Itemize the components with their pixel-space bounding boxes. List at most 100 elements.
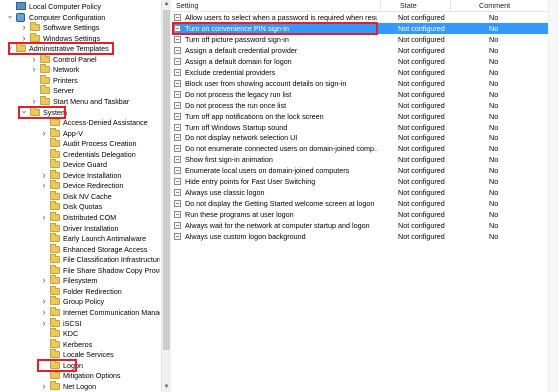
setting-row[interactable]: Hide entry points for Fast User Switchin… <box>172 176 558 187</box>
tree-item-computer-configuration[interactable]: ⌄ Computer Configuration <box>0 11 160 23</box>
tree-item-iscsi[interactable]: › iSCSI <box>0 317 160 329</box>
policy-setting-icon <box>174 112 181 120</box>
tree-item-kdc[interactable]: KDC <box>0 328 160 339</box>
policy-setting-icon <box>174 123 181 131</box>
setting-row[interactable]: Exclude credential providers Not configur… <box>172 67 558 78</box>
tree-item-access-denied-assistance[interactable]: Access-Denied Assistance <box>0 117 160 128</box>
setting-row[interactable]: Do not enumerate connected users on doma… <box>172 143 558 154</box>
tree-item-internet-communication-management[interactable]: › Internet Communication Manage <box>0 306 160 318</box>
scroll-up-arrow-icon[interactable]: ▲ <box>162 0 171 9</box>
chevron-right-icon[interactable]: › <box>20 22 28 33</box>
tree-item-label: Folder Redirection <box>63 286 122 296</box>
tree-item-credentials-delegation[interactable]: Credentials Delegation <box>0 148 160 160</box>
chevron-right-icon[interactable]: › <box>40 128 48 139</box>
tree-item-label: File Classification Infrastructure <box>63 255 160 265</box>
tree-item-local-computer-policy[interactable]: Local Computer Policy <box>0 1 160 12</box>
setting-row[interactable]: Do not process the run once list Not conf… <box>172 100 558 111</box>
tree-scrollbar[interactable]: ▲ ▼ <box>161 0 171 392</box>
policy-setting-icon <box>174 134 181 142</box>
tree-item-disk-quotas[interactable]: Disk Quotas <box>0 201 160 212</box>
tree-item-label: Internet Communication Manage <box>63 307 160 317</box>
column-divider[interactable] <box>380 1 381 10</box>
tree-item-device-guard[interactable]: Device Guard <box>0 159 160 170</box>
tree-item-folder-redirection[interactable]: Folder Redirection <box>0 285 160 297</box>
setting-comment: No <box>489 23 499 33</box>
chevron-right-icon[interactable]: › <box>30 54 38 65</box>
policy-setting-icon <box>174 57 181 65</box>
tree-item-network[interactable]: › Network <box>0 64 160 75</box>
setting-row[interactable]: Show first sign-in animation Not configur… <box>172 154 558 165</box>
setting-row[interactable]: Assign a default credential provider Not … <box>172 45 558 56</box>
setting-name: Run these programs at user logon <box>185 210 294 220</box>
chevron-right-icon[interactable]: › <box>40 296 48 307</box>
tree-item-device-redirection[interactable]: › Device Redirection <box>0 180 160 191</box>
folder-icon <box>50 285 60 295</box>
tree-item-control-panel[interactable]: › Control Panel <box>0 53 160 65</box>
tree-item-file-share-shadow-copy-provider[interactable]: File Share Shadow Copy Provider <box>0 264 160 276</box>
setting-state: Not configured <box>398 155 445 165</box>
chevron-right-icon[interactable]: › <box>40 212 48 223</box>
setting-name: Turn off app notifications on the lock s… <box>185 111 324 121</box>
setting-row[interactable]: Turn on convenience PIN sign-in Not confi… <box>172 21 558 35</box>
chevron-right-icon[interactable]: › <box>40 307 48 318</box>
setting-row[interactable]: Always use classic logon Not configured No <box>172 187 558 198</box>
tree-item-locale-services[interactable]: Locale Services <box>0 349 160 360</box>
tree-item-file-classification-infrastructure[interactable]: File Classification Infrastructure <box>0 254 160 265</box>
column-header-setting[interactable]: Setting <box>176 0 198 11</box>
setting-row[interactable]: Assign a default domain for logon Not con… <box>172 56 558 67</box>
setting-row[interactable]: Do not display the Getting Started welco… <box>172 198 558 209</box>
column-header-comment[interactable]: Comment <box>479 0 510 11</box>
tree-item-app-v[interactable]: › App-V <box>0 127 160 139</box>
tree-item-distributed-com[interactable]: › Distributed COM <box>0 212 160 223</box>
setting-comment: No <box>489 232 499 241</box>
setting-row[interactable]: Run these programs at user logon Not conf… <box>172 209 558 220</box>
folder-icon <box>50 148 60 158</box>
chevron-right-icon[interactable]: › <box>40 318 48 329</box>
tree-item-filesystem[interactable]: › Filesystem <box>0 275 160 286</box>
tree-item-logon[interactable]: Logon <box>0 359 160 371</box>
folder-icon <box>50 117 60 127</box>
tree-item-server[interactable]: Server <box>0 85 160 96</box>
chevron-right-icon[interactable]: › <box>40 275 48 286</box>
tree-item-kerberos[interactable]: Kerberos <box>0 338 160 350</box>
tree-item-device-installation[interactable]: › Device Installation <box>0 169 160 181</box>
setting-row[interactable]: Always wait for the network at computer … <box>172 220 558 231</box>
setting-row[interactable]: Always use custom logon background Not co… <box>172 231 558 242</box>
folder-icon <box>50 222 60 232</box>
tree-item-early-launch-antimalware[interactable]: Early Launch Antimalware <box>0 233 160 244</box>
tree-item-disk-nv-cache[interactable]: Disk NV Cache <box>0 190 160 202</box>
setting-row[interactable]: Block user from showing account details … <box>172 78 558 89</box>
setting-comment: No <box>489 111 499 121</box>
setting-row[interactable]: Turn off picture password sign-in Not con… <box>172 34 558 45</box>
tree-item-driver-installation[interactable]: Driver Installation <box>0 222 160 234</box>
tree-item-group-policy[interactable]: › Group Policy <box>0 296 160 307</box>
setting-state: Not configured <box>398 67 445 77</box>
tree-item-enhanced-storage-access[interactable]: Enhanced Storage Access <box>0 243 160 255</box>
tree-item-label: Distributed COM <box>63 213 117 222</box>
chevron-right-icon[interactable]: › <box>30 64 38 75</box>
setting-row[interactable]: Turn off Windows Startup sound Not config… <box>172 122 558 133</box>
chevron-right-icon[interactable]: › <box>40 170 48 181</box>
tree-item-software-settings[interactable]: › Software Settings <box>0 22 160 33</box>
setting-name: Do not process the run once list <box>185 100 287 110</box>
setting-row[interactable]: Do not display network selection UI Not c… <box>172 132 558 143</box>
list-scrollbar[interactable] <box>548 0 558 392</box>
tree-item-mitigation-options[interactable]: Mitigation Options <box>0 370 160 381</box>
scroll-down-arrow-icon[interactable]: ▼ <box>162 383 171 392</box>
folder-icon <box>50 306 60 316</box>
folder-icon <box>30 32 40 42</box>
setting-row[interactable]: Enumerate local users on domain-joined c… <box>172 165 558 176</box>
tree-item-audit-process-creation[interactable]: Audit Process Creation <box>0 138 160 149</box>
column-divider[interactable] <box>450 1 451 10</box>
setting-row[interactable]: Turn off app notifications on the lock s… <box>172 111 558 122</box>
tree-item-net-logon[interactable]: › Net Logon <box>0 380 160 392</box>
setting-state: Not configured <box>398 56 445 66</box>
scrollbar-thumb[interactable] <box>163 10 170 350</box>
chevron-down-icon[interactable]: ⌄ <box>6 11 14 23</box>
tree-item-printers[interactable]: Printers <box>0 74 160 86</box>
column-header-state[interactable]: State <box>400 0 417 11</box>
chevron-right-icon[interactable]: › <box>40 180 48 191</box>
chevron-right-icon[interactable]: › <box>40 381 48 392</box>
folder-icon <box>50 201 60 211</box>
setting-row[interactable]: Do not process the legacy run list Not co… <box>172 89 558 100</box>
